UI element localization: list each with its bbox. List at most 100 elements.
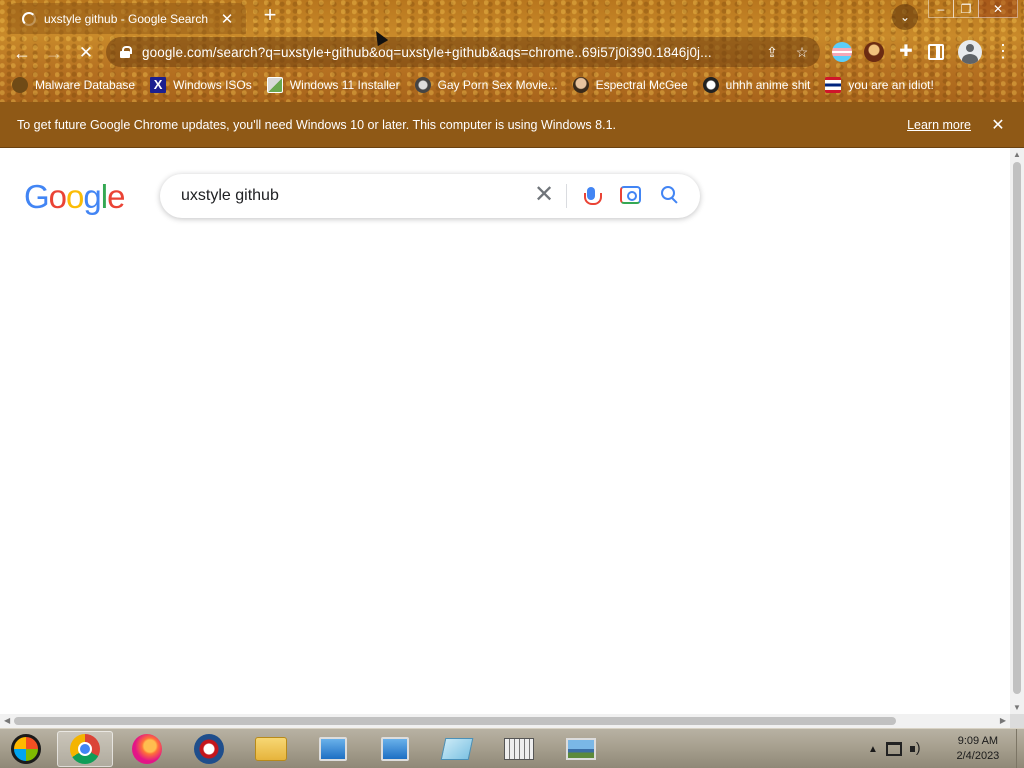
x-icon: X	[150, 77, 167, 93]
folder-icon	[255, 737, 287, 761]
trans-flag-extension-icon[interactable]	[832, 42, 852, 62]
stop-loading-button[interactable]: ✕	[73, 40, 99, 66]
logo-letter: G	[24, 178, 50, 215]
page-content: Google ✕	[0, 148, 1010, 714]
installer-icon	[266, 77, 283, 93]
taskbar-store[interactable]	[491, 731, 547, 767]
minimize-button[interactable]: –	[928, 0, 954, 18]
tab-search-button[interactable]: ⌄	[892, 4, 918, 30]
bookmark-label: Gay Porn Sex Movie...	[437, 78, 558, 92]
clear-search-icon[interactable]: ✕	[532, 183, 556, 208]
taskbar-notepad[interactable]	[429, 731, 485, 767]
horizontal-scrollbar[interactable]: ◀ ▶	[0, 714, 1010, 728]
malware-icon	[12, 77, 28, 93]
search-input[interactable]	[181, 187, 521, 205]
voice-search-mic-icon[interactable]	[582, 184, 602, 208]
side-panel-icon[interactable]	[928, 44, 944, 60]
tab-title: uxstyle github - Google Search	[44, 11, 209, 26]
flag-icon	[825, 77, 842, 93]
start-button[interactable]	[4, 731, 48, 767]
learn-more-link[interactable]: Learn more	[907, 118, 971, 132]
store-icon	[504, 738, 534, 760]
loading-spinner-icon	[22, 11, 36, 26]
taskbar-photos[interactable]	[553, 731, 609, 767]
clock-date: 2/4/2023	[956, 750, 1000, 762]
bookmark-espectral-mcgee[interactable]: Espectral McGee	[572, 77, 688, 93]
network-icon[interactable]	[885, 742, 902, 756]
address-bar[interactable]: google.com/search?q=uxstyle+github&oq=ux…	[106, 37, 820, 67]
logo-letter: o	[66, 178, 84, 215]
scroll-right-icon[interactable]: ▶	[1000, 716, 1006, 725]
remote-desktop-icon	[319, 737, 347, 761]
search-submit-icon[interactable]	[660, 185, 680, 205]
clock-time: 9:09 AM	[957, 735, 999, 747]
face-icon	[572, 77, 589, 93]
firefox-icon	[132, 734, 162, 764]
url-text[interactable]: google.com/search?q=uxstyle+github&oq=ux…	[142, 45, 760, 60]
volume-icon[interactable]	[909, 739, 926, 756]
logo-letter: o	[48, 178, 67, 215]
taskbar-opera[interactable]	[181, 731, 237, 767]
system-tray: ▲ 9:09 AM 2/4/2023	[868, 729, 1008, 768]
show-desktop-button[interactable]	[1016, 729, 1024, 768]
browser-menu-icon[interactable]: ⋮	[994, 42, 1012, 62]
bookmark-label: Windows 11 Installer	[289, 78, 400, 92]
tab-strip: uxstyle github - Google Search ✕ + ⌄ – ❐…	[0, 0, 1024, 34]
extensions-puzzle-icon[interactable]: ✚	[896, 42, 916, 62]
bookmark-star-icon[interactable]: ☆	[790, 44, 814, 61]
lock-icon[interactable]	[120, 46, 132, 58]
active-tab[interactable]: uxstyle github - Google Search ✕	[8, 3, 246, 34]
windows-start-icon	[11, 734, 41, 764]
bookmark-gay-porn-sex-movie[interactable]: Gay Porn Sex Movie...	[414, 77, 558, 93]
scroll-up-icon[interactable]: ▲	[1013, 150, 1021, 159]
tab-close-icon[interactable]: ✕	[218, 10, 236, 28]
show-hidden-icons-icon[interactable]: ▲	[868, 744, 878, 755]
taskbar-file-explorer[interactable]	[243, 731, 299, 767]
scroll-corner	[1010, 714, 1024, 728]
logo-letter: g	[83, 178, 101, 215]
taskbar-remote-desktop-2[interactable]	[367, 731, 423, 767]
maximize-button[interactable]: ❐	[953, 0, 979, 18]
google-lens-camera-icon[interactable]	[620, 186, 641, 204]
bookmark-windows-11-installer[interactable]: Windows 11 Installer	[266, 77, 400, 93]
browser-frame: uxstyle github - Google Search ✕ + ⌄ – ❐…	[0, 0, 1024, 102]
bookmark-label: you are an idiot!	[848, 78, 934, 92]
disc-icon	[414, 77, 431, 93]
clock[interactable]: 9:09 AM 2/4/2023	[948, 734, 1008, 764]
bookmark-malware-database[interactable]: Malware Database	[12, 77, 135, 93]
avatar-extension-icon[interactable]	[864, 42, 884, 62]
search-divider	[566, 184, 567, 208]
vertical-scrollbar[interactable]: ▲ ▼	[1010, 148, 1024, 714]
bookmark-label: Malware Database	[35, 78, 136, 92]
bookmarks-bar: Malware Database X Windows ISOs Windows …	[0, 72, 1024, 98]
vertical-scroll-thumb[interactable]	[1013, 162, 1021, 694]
opera-icon	[194, 734, 224, 764]
logo-letter: e	[107, 178, 125, 215]
search-box[interactable]: ✕	[160, 174, 700, 218]
share-icon[interactable]: ⇪	[760, 44, 784, 61]
bookmark-uhhh-anime[interactable]: uhhh anime shit	[702, 77, 810, 93]
infobar-message: To get future Google Chrome updates, you…	[17, 117, 616, 132]
scroll-down-icon[interactable]: ▼	[1013, 703, 1021, 712]
notepad-icon	[440, 738, 474, 760]
taskbar-chrome[interactable]	[57, 731, 113, 767]
new-tab-button[interactable]: +	[259, 4, 281, 27]
windows-taskbar: ▲ 9:09 AM 2/4/2023	[0, 728, 1024, 768]
scroll-left-icon[interactable]: ◀	[4, 716, 10, 725]
taskbar-remote-desktop-1[interactable]	[305, 731, 361, 767]
remote-desktop-icon	[381, 737, 409, 761]
update-infobar: To get future Google Chrome updates, you…	[0, 102, 1024, 148]
bookmark-label: Espectral McGee	[595, 78, 688, 92]
anime-icon	[702, 77, 719, 93]
bookmark-windows-isos[interactable]: X Windows ISOs	[150, 77, 252, 93]
forward-button[interactable]: →	[41, 40, 67, 66]
profile-avatar-icon[interactable]	[958, 40, 982, 64]
taskbar-firefox[interactable]	[119, 731, 175, 767]
back-button[interactable]: ←	[9, 40, 35, 66]
horizontal-scroll-thumb[interactable]	[14, 717, 896, 725]
browser-toolbar: ← → ✕ google.com/search?q=uxstyle+github…	[0, 34, 1024, 70]
close-window-button[interactable]: ✕	[978, 0, 1018, 18]
bookmark-you-are-an-idiot[interactable]: you are an idiot!	[825, 77, 934, 93]
google-logo[interactable]: Google	[24, 178, 125, 216]
infobar-close-icon[interactable]: ✕	[988, 115, 1008, 135]
